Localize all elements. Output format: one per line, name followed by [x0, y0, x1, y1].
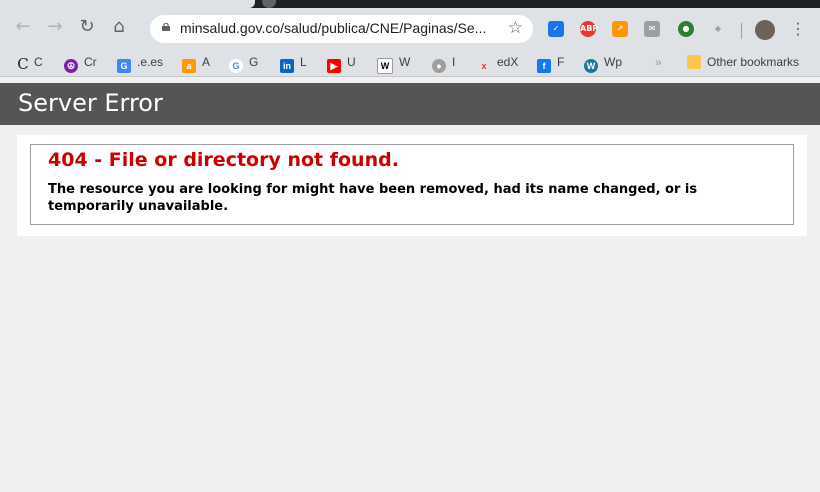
bookmarks-overflow-button[interactable]: » — [655, 54, 662, 70]
address-bar[interactable]: minsalud.gov.co/salud/publica/CNE/Pagina… — [150, 15, 533, 43]
folder-icon — [687, 55, 701, 69]
error-box: 404 - File or directory not found. The r… — [30, 144, 794, 225]
forward-arrow-icon[interactable]: → — [44, 16, 66, 38]
bookmark-item-wordpress[interactable]: W Wp — [584, 54, 622, 73]
reload-icon[interactable]: ↻ — [76, 16, 98, 38]
tab-strip — [0, 0, 820, 8]
bookmark-item-amazon[interactable]: aA — [182, 54, 210, 73]
wordpress-icon: W — [584, 59, 598, 73]
profile-avatar[interactable] — [755, 20, 775, 40]
linkedin-icon: in — [280, 59, 294, 73]
adblock-plus-icon[interactable]: ABP — [580, 21, 598, 37]
other-bookmarks-folder[interactable]: Other bookmarks — [687, 54, 799, 70]
peace-icon: ☮ — [64, 59, 78, 73]
wikipedia-icon: W — [377, 58, 393, 74]
facebook-icon: f — [537, 59, 551, 73]
bookmark-item-facebook[interactable]: fF — [537, 54, 564, 73]
kebab-menu-icon[interactable]: ⋮ — [790, 19, 806, 38]
toolbar-divider — [741, 23, 742, 39]
bookmark-item-linkedin[interactable]: in L — [280, 54, 307, 73]
mail-extension-icon[interactable]: ✉ — [644, 21, 660, 37]
globe-icon: ● — [432, 59, 446, 73]
bookmark-item-youtube[interactable]: ▶ U — [327, 54, 356, 73]
bookmark-star-icon[interactable]: ☆ — [508, 18, 523, 38]
new-tab-button[interactable] — [262, 0, 276, 8]
google-icon: G — [229, 59, 243, 73]
letter-c-icon: C — [17, 55, 29, 73]
bookmark-item-google[interactable]: GG — [229, 54, 258, 73]
page-title: Server Error — [18, 89, 163, 117]
server-error-banner: Server Error — [0, 83, 820, 125]
bookmark-item-edx[interactable]: x edX — [477, 54, 518, 71]
url-text[interactable]: minsalud.gov.co/salud/publica/CNE/Pagina… — [180, 20, 486, 36]
drive-extension-icon[interactable]: ◆ — [710, 21, 726, 37]
youtube-icon: ▶ — [327, 59, 341, 73]
bookmarks-bar: CC ☮ Cr G .e.es aA GG in L ▶ U WW ● I x edX fF… — [0, 48, 820, 77]
active-tab[interactable] — [0, 0, 255, 8]
home-icon[interactable]: ⌂ — [108, 16, 130, 38]
lock-icon — [162, 23, 170, 31]
bookmark-item-wikipedia[interactable]: WW — [377, 54, 410, 74]
browser-toolbar: ← → ↻ ⌂ minsalud.gov.co/salud/publica/CN… — [0, 8, 820, 48]
bookmark-item-c[interactable]: CC — [16, 54, 42, 73]
edx-icon: x — [481, 61, 487, 71]
amazon-icon: a — [182, 59, 196, 73]
checkmark-extension-icon[interactable]: ✓ — [548, 21, 564, 37]
bookmark-item-cr[interactable]: ☮ Cr — [64, 54, 97, 73]
bookmark-item-globe[interactable]: ● I — [432, 54, 455, 73]
translate-icon: G — [117, 59, 131, 73]
error-message: The resource you are looking for might h… — [48, 182, 698, 214]
back-arrow-icon[interactable]: ← — [12, 16, 34, 38]
chart-extension-icon[interactable]: ↗ — [612, 21, 628, 37]
bookmark-item-translate[interactable]: G .e.es — [117, 54, 163, 73]
evernote-icon[interactable]: ● — [678, 21, 694, 37]
error-heading: 404 - File or directory not found. — [48, 149, 399, 171]
